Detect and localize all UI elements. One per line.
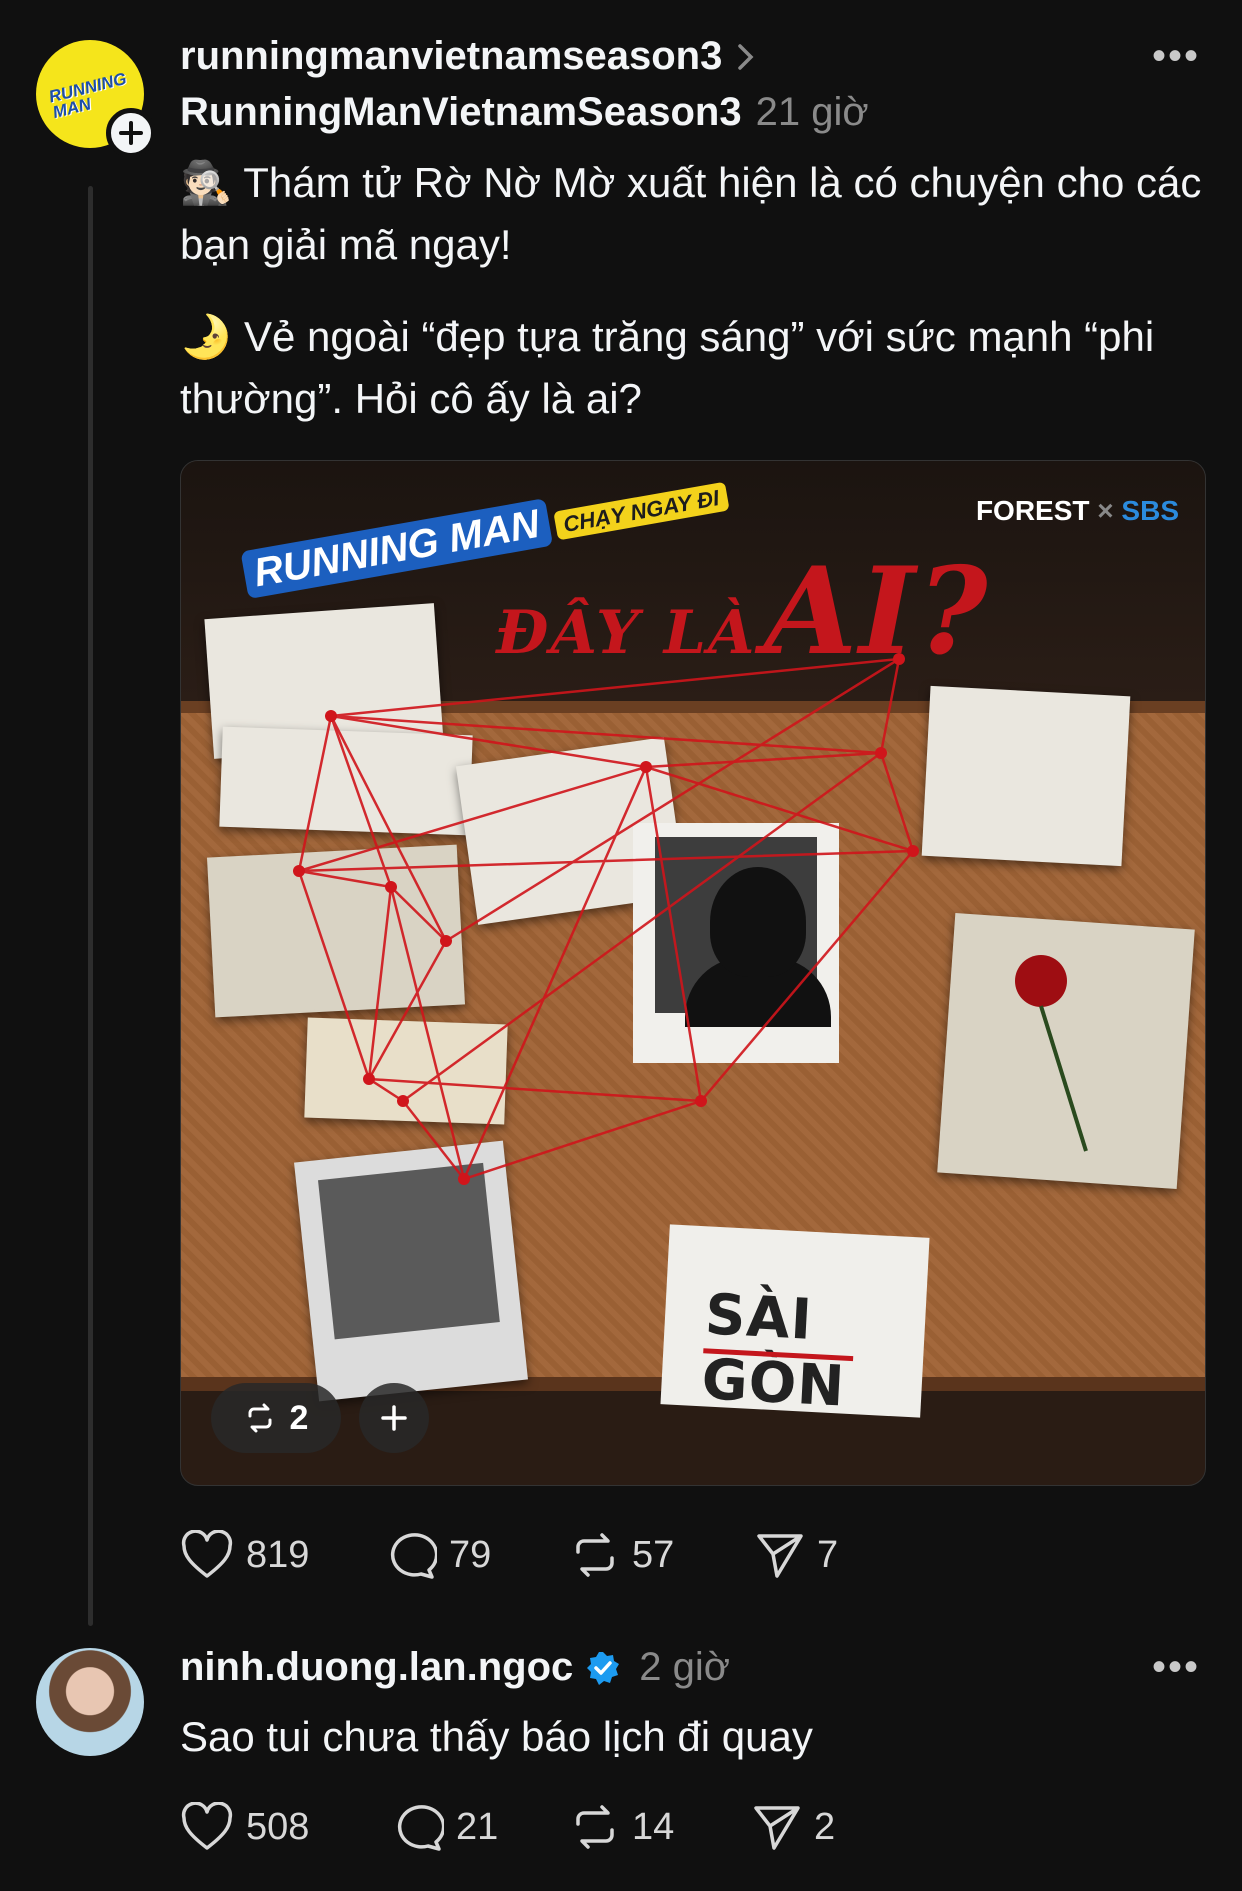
reply-more-options-icon[interactable]: •••: [1152, 1645, 1200, 1690]
share-count: 7: [817, 1533, 839, 1576]
repost-icon: [576, 1533, 614, 1577]
repost-count-pill[interactable]: 2: [211, 1383, 341, 1453]
verified-badge-icon: [587, 1651, 620, 1685]
repost-icon: [576, 1805, 614, 1849]
post-username[interactable]: runningmanvietnamseason3: [180, 34, 722, 79]
plus-icon: [119, 121, 143, 145]
comment-count: 79: [449, 1533, 492, 1576]
rose-icon: [1015, 955, 1088, 1152]
post-more-options-icon[interactable]: •••: [1152, 34, 1200, 79]
reply-repost-count: 14: [632, 1805, 675, 1848]
reply-text: Sao tui chưa thấy báo lịch đi quay: [180, 1713, 813, 1760]
reply-share-count: 2: [814, 1805, 836, 1848]
send-icon: [757, 1534, 803, 1578]
like-count: 819: [246, 1533, 310, 1576]
comment-icon: [397, 1805, 444, 1851]
post-paragraph-1: 🕵🏻 Thám tử Rờ Nờ Mờ xuất hiện là có chuy…: [180, 159, 1202, 268]
share-button[interactable]: 7: [755, 1530, 838, 1580]
like-button[interactable]: 819: [180, 1530, 309, 1580]
plus-icon: [381, 1405, 407, 1431]
post-display-name[interactable]: RunningManVietnamSeason3: [180, 90, 742, 135]
reply-repost-button[interactable]: 14: [570, 1802, 674, 1852]
reply-like-count: 508: [246, 1805, 310, 1848]
heart-icon: [181, 1530, 233, 1578]
post-image[interactable]: RUNNING MAN CHẠY NGAY ĐI FOREST × SBS ĐÂY…: [180, 460, 1206, 1486]
repost-count: 57: [632, 1533, 675, 1576]
send-icon: [754, 1806, 800, 1850]
reply-like-button[interactable]: 508: [180, 1802, 309, 1852]
follow-plus-button[interactable]: [106, 108, 156, 158]
reply-share-button[interactable]: 2: [752, 1802, 835, 1852]
red-strings: [293, 653, 1088, 1185]
repost-icon: [248, 1403, 272, 1433]
post-paragraph-2: 🌛 Vẻ ngoài “đẹp tựa trăng sáng” với sức …: [180, 313, 1155, 422]
chevron-right-icon[interactable]: [736, 42, 756, 72]
reply-avatar[interactable]: [36, 1648, 144, 1756]
heart-icon: [181, 1802, 233, 1850]
thread-line: [88, 186, 93, 1626]
repost-button[interactable]: 57: [570, 1530, 674, 1580]
comment-icon: [390, 1533, 437, 1579]
reply-comment-button[interactable]: 21: [392, 1802, 498, 1852]
media-add-button[interactable]: [359, 1383, 429, 1453]
reply-timestamp: 2 giờ: [639, 1645, 730, 1689]
reply-comment-count: 21: [456, 1805, 499, 1848]
comment-button[interactable]: 79: [385, 1530, 491, 1580]
reply-username[interactable]: ninh.duong.lan.ngoc: [180, 1645, 573, 1690]
repost-count: 2: [289, 1398, 309, 1437]
post-timestamp: 21 giờ: [755, 90, 869, 134]
